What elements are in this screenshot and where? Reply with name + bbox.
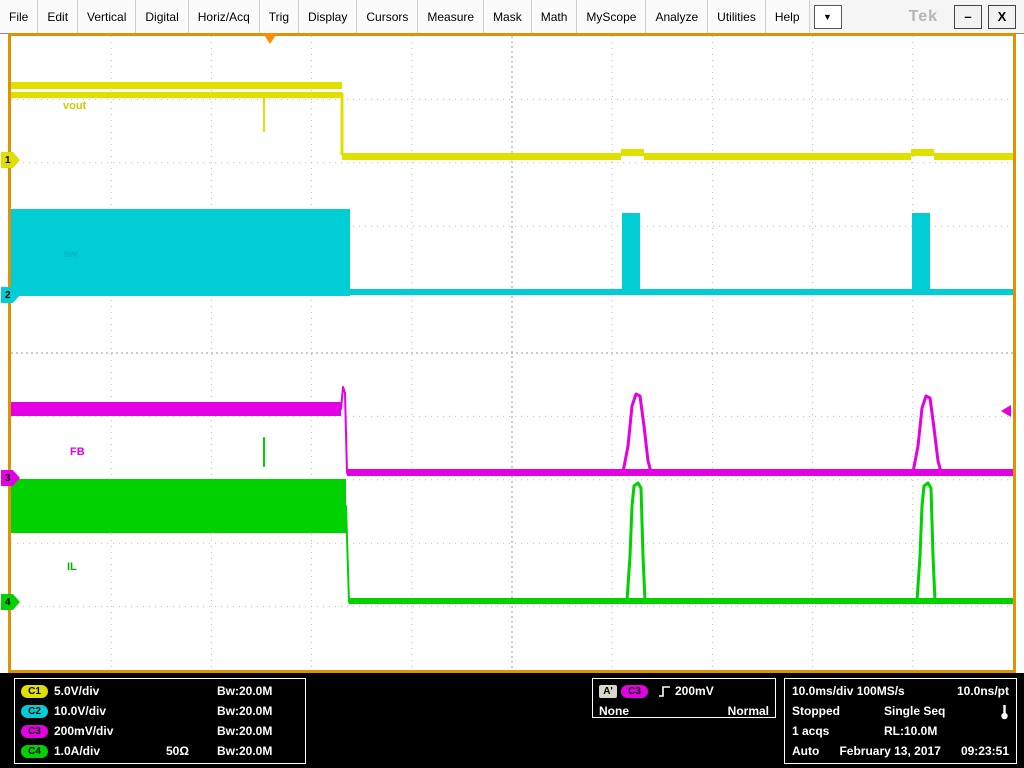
menu-measure[interactable]: Measure xyxy=(418,0,484,33)
menu-edit[interactable]: Edit xyxy=(38,0,78,33)
ch4-bandwidth: Bw:20.0M xyxy=(217,744,299,758)
tek-logo: Tek xyxy=(909,8,938,26)
ch3-bandwidth: Bw:20.0M xyxy=(217,724,299,738)
datetime-row: Auto February 13, 2017 09:23:51 xyxy=(792,741,1009,761)
ch2-bandwidth: Bw:20.0M xyxy=(217,704,299,718)
readout-area: C1 5.0V/div Bw:20.0M C2 10.0V/div Bw:20.… xyxy=(0,673,1024,768)
acq-count: 1 acqs xyxy=(792,724,884,738)
ch1-scale: 5.0V/div xyxy=(54,684,166,698)
ch2-trace-label: sw xyxy=(63,248,78,260)
trigger-mode-row: None Normal xyxy=(599,701,769,721)
menu-analyze[interactable]: Analyze xyxy=(646,0,708,33)
timebase-resolution: 10.0ns/pt xyxy=(957,684,1009,698)
menu-horiz-acq[interactable]: Horiz/Acq xyxy=(189,0,260,33)
ch2-badge[interactable]: C2 xyxy=(21,705,48,718)
rising-edge-icon xyxy=(658,685,671,698)
trigger-holdoff: None xyxy=(599,704,629,718)
acq-seq-mode: Single Seq xyxy=(884,704,945,718)
ch4-readout-row: C4 1.0A/div 50Ω Bw:20.0M xyxy=(21,741,299,761)
minimize-button[interactable]: – xyxy=(954,5,982,29)
menu-vertical[interactable]: Vertical xyxy=(78,0,136,33)
menu-digital[interactable]: Digital xyxy=(136,0,188,33)
menu-myscope[interactable]: MyScope xyxy=(577,0,646,33)
menu-trig[interactable]: Trig xyxy=(260,0,299,33)
menu-dropdown-button[interactable]: ▼ xyxy=(814,5,842,29)
autoset-mode: Auto xyxy=(792,744,819,758)
menu-bar: File Edit Vertical Digital Horiz/Acq Tri… xyxy=(0,0,1024,34)
ch4-trace-label: IL xyxy=(67,561,77,573)
menu-utilities[interactable]: Utilities xyxy=(708,0,766,33)
trigger-a-badge[interactable]: A' xyxy=(599,685,617,698)
ch3-readout-row: C3 200mV/div Bw:20.0M xyxy=(21,721,299,741)
menu-cursors[interactable]: Cursors xyxy=(357,0,418,33)
horizontal-readout-box: 10.0ms/div 100MS/s 10.0ns/pt Stopped Sin… xyxy=(784,678,1017,764)
timebase-rate: 10.0ms/div 100MS/s xyxy=(792,684,905,698)
ch4-scale: 1.0A/div xyxy=(54,744,166,758)
graticule-canvas xyxy=(11,36,1013,670)
menu-mask[interactable]: Mask xyxy=(484,0,532,33)
trigger-mode: Normal xyxy=(728,704,769,718)
ch1-bandwidth: Bw:20.0M xyxy=(217,684,299,698)
acq-state-row: Stopped Single Seq xyxy=(792,701,1009,721)
menu-help[interactable]: Help xyxy=(766,0,810,33)
ch3-trace-label: FB xyxy=(70,446,85,458)
record-length: RL:10.0M xyxy=(884,724,937,738)
chevron-down-icon: ▼ xyxy=(823,12,832,22)
ch1-readout-row: C1 5.0V/div Bw:20.0M xyxy=(21,681,299,701)
ch1-badge[interactable]: C1 xyxy=(21,685,48,698)
menu-math[interactable]: Math xyxy=(532,0,578,33)
thermometer-icon xyxy=(1000,703,1009,720)
ch2-scale: 10.0V/div xyxy=(54,704,166,718)
waveform-display: vout sw FB IL xyxy=(8,33,1016,673)
trigger-level-marker[interactable] xyxy=(1001,405,1011,417)
ch3-badge[interactable]: C3 xyxy=(21,725,48,738)
vertical-readout-box: C1 5.0V/div Bw:20.0M C2 10.0V/div Bw:20.… xyxy=(14,678,306,764)
ch3-scale: 200mV/div xyxy=(54,724,166,738)
ch4-impedance: 50Ω xyxy=(166,744,210,758)
trigger-source-badge[interactable]: C3 xyxy=(621,685,648,698)
close-button[interactable]: X xyxy=(988,5,1016,29)
trigger-readout-box: A' C3 200mV None Normal xyxy=(592,678,776,718)
menu-display[interactable]: Display xyxy=(299,0,357,33)
acq-count-row: 1 acqs RL:10.0M xyxy=(792,721,1009,741)
trigger-level-readout: 200mV xyxy=(675,684,714,698)
ch2-readout-row: C2 10.0V/div Bw:20.0M xyxy=(21,701,299,721)
trigger-source-row: A' C3 200mV xyxy=(599,681,769,701)
ch1-trace-label: vout xyxy=(63,100,86,112)
ch4-badge[interactable]: C4 xyxy=(21,745,48,758)
date-readout: February 13, 2017 xyxy=(839,744,940,758)
menu-file[interactable]: File xyxy=(0,0,38,33)
acq-state: Stopped xyxy=(792,704,884,718)
time-readout: 09:23:51 xyxy=(961,744,1009,758)
trigger-position-marker[interactable] xyxy=(263,33,277,44)
timebase-row: 10.0ms/div 100MS/s 10.0ns/pt xyxy=(792,681,1009,701)
